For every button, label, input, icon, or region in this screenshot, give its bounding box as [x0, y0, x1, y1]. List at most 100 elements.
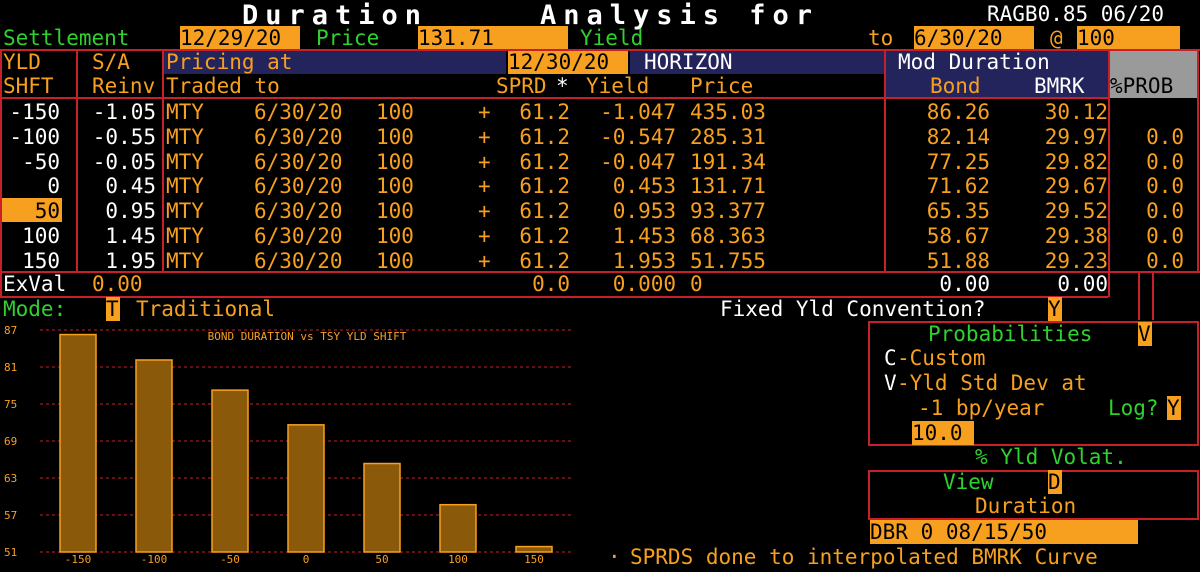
prob-connector-right: [1152, 272, 1154, 320]
redemption-field[interactable]: 100: [1077, 26, 1180, 50]
row-bond: 71.62: [926, 174, 990, 199]
x-tick-label: -50: [220, 553, 240, 566]
yld-std-label: -Yld Std Dev at: [897, 371, 1087, 395]
row-traded: MTY: [166, 199, 204, 224]
row-traded: MTY: [166, 174, 204, 199]
y-tick-label: 51: [4, 546, 17, 559]
row-shift[interactable]: 150: [0, 249, 60, 273]
x-tick-label: 150: [524, 553, 544, 566]
row-shift[interactable]: 50: [0, 199, 60, 223]
exval-bond: 0.00: [939, 272, 990, 296]
price-label: Price: [316, 26, 380, 50]
row-reinv: -0.05: [92, 149, 156, 174]
log-field[interactable]: Y: [1167, 396, 1181, 420]
row-sprd: 61.2: [519, 124, 570, 149]
row-price: 191.34: [690, 149, 766, 174]
row-shift[interactable]: -50: [0, 150, 60, 174]
row-reinv: -1.05: [92, 100, 156, 124]
row-price: 68.363: [690, 224, 766, 248]
to-date-field[interactable]: 6/30/20: [914, 26, 1034, 50]
x-tick-label: -100: [141, 553, 168, 566]
row-prob: 0.0: [1146, 248, 1184, 273]
row-shift[interactable]: 0: [0, 174, 60, 198]
row-yield: 1.953: [612, 248, 676, 273]
row-plus: +: [478, 199, 491, 224]
row-shift[interactable]: -150: [0, 100, 60, 124]
fixed-yld-label: Fixed Yld Convention?: [720, 297, 986, 321]
prob-header: %PROB: [1110, 74, 1174, 98]
row-shift[interactable]: 100: [0, 224, 60, 248]
row-sprd: 61.2: [519, 199, 570, 224]
table-top-border: [0, 49, 1200, 51]
probabilities-key-field[interactable]: V: [1138, 322, 1152, 346]
settlement-label: Settlement: [3, 26, 130, 50]
bar-0: [287, 424, 325, 553]
row-bmrk: 29.82: [1044, 149, 1108, 174]
row-bmrk: 29.97: [1044, 124, 1108, 149]
row-bmrk: 29.67: [1044, 174, 1108, 199]
exval-label: ExVal: [3, 272, 67, 296]
col-divider-1: [76, 49, 78, 272]
row-price: 51.755: [690, 248, 766, 273]
mode-key-field[interactable]: T: [106, 297, 120, 321]
row-bmrk: 29.52: [1044, 199, 1108, 224]
mode-label: Mode:: [3, 297, 67, 321]
settlement-date-field[interactable]: 12/29/20: [180, 26, 300, 50]
row-prob: 0.0: [1146, 199, 1184, 224]
chart-title: BOND DURATION vs TSY YLD SHIFT: [208, 330, 407, 343]
table-header-border: [0, 97, 1108, 99]
row-traded: MTY: [166, 149, 204, 174]
row-reinv: -0.55: [92, 124, 156, 149]
row-sprd: 61.2: [519, 248, 570, 273]
row-bond: 51.88: [926, 248, 990, 273]
benchmark-field[interactable]: DBR 0 08/15/50: [870, 520, 1138, 544]
row-prob: 0.0: [1146, 149, 1184, 174]
row-plus: +: [478, 224, 491, 248]
row-sprd: 61.2: [519, 149, 570, 174]
horizon-date-field[interactable]: 12/30/20: [508, 50, 628, 74]
col-divider-3: [884, 49, 886, 272]
price-header: Price: [690, 74, 754, 98]
row-px: 100: [376, 174, 414, 199]
row-bmrk: 29.38: [1044, 224, 1108, 248]
mod-duration-header: Mod Duration: [898, 50, 1050, 74]
x-tick-label: 50: [375, 553, 388, 566]
view-key-field[interactable]: D: [1048, 470, 1062, 494]
y-tick-label: 75: [4, 398, 17, 411]
exval-bmrk: 0.00: [1057, 272, 1108, 296]
to-label: to: [868, 26, 894, 50]
reinv-header: Reinv: [92, 74, 156, 98]
y-tick-label: 87: [4, 324, 17, 337]
log-label: Log?: [1108, 396, 1159, 420]
sprd-header: SPRD: [496, 74, 547, 98]
security-id: RAGB0.85 06/20: [987, 2, 1165, 26]
row-yield: 0.953: [612, 199, 676, 224]
sa-header: S/A: [92, 50, 130, 74]
row-shift[interactable]: -100: [0, 125, 60, 149]
yield-header: Yield: [586, 74, 650, 98]
row-px: 100: [376, 124, 414, 149]
table-right-border: [1197, 49, 1199, 273]
x-tick-label: -150: [65, 553, 92, 566]
view-label: View: [943, 470, 994, 494]
status-dot: ·: [608, 545, 621, 569]
row-reinv: 1.95: [105, 248, 156, 273]
row-yield: -1.047: [600, 100, 676, 124]
yield-value: 0.453334: [718, 26, 820, 50]
bar-100: [439, 503, 477, 553]
col-divider-2: [162, 49, 164, 272]
row-bmrk: 30.12: [1044, 100, 1108, 124]
fixed-yld-field[interactable]: Y: [1048, 297, 1062, 321]
duration-bar-chart: BOND DURATION vs TSY YLD SHIFT 87 81 75 69 6…: [4, 324, 580, 566]
row-plus: +: [478, 248, 491, 273]
bp-year-label: -1 bp/year: [918, 396, 1045, 420]
sprd-star: *: [556, 74, 569, 98]
row-reinv: 0.95: [105, 199, 156, 224]
pricing-at-header: Pricing at: [166, 50, 293, 74]
volat-field[interactable]: 10.0: [912, 421, 974, 445]
price-field[interactable]: 131.71: [418, 26, 568, 50]
row-plus: +: [478, 124, 491, 149]
row-date: 6/30/20: [254, 224, 343, 248]
bar-50: [363, 462, 401, 553]
at-label: @: [1050, 26, 1063, 50]
